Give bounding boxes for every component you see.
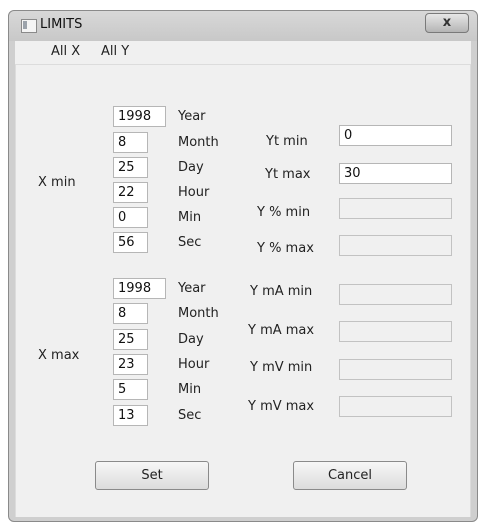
yt-max-field[interactable]: 30: [339, 163, 452, 184]
y-pct-max-label: Y % max: [257, 241, 314, 256]
x-min-hour-field[interactable]: 22: [113, 182, 148, 203]
x-max-day-field[interactable]: 25: [113, 329, 148, 350]
close-button[interactable]: x: [425, 13, 469, 33]
x-max-label: X max: [38, 348, 80, 363]
cancel-button[interactable]: Cancel: [293, 461, 407, 490]
x-max-year-field[interactable]: 1998: [113, 278, 166, 299]
y-ma-max-label: Y mA max: [248, 323, 315, 338]
yt-min-field[interactable]: 0: [339, 125, 452, 146]
x-min-hour-label: Hour: [178, 185, 210, 200]
y-pct-min-field[interactable]: [339, 198, 452, 219]
x-min-min-label: Min: [178, 210, 202, 225]
y-mv-min-label: Y mV min: [250, 360, 313, 375]
x-max-sec-field[interactable]: 13: [113, 405, 148, 426]
x-min-year-field[interactable]: 1998: [113, 106, 166, 127]
x-max-month-label: Month: [178, 306, 219, 321]
x-min-month-label: Month: [178, 135, 219, 150]
x-max-sec-label: Sec: [178, 408, 202, 423]
title-bar[interactable]: LIMITS x: [9, 11, 477, 41]
x-min-min-field[interactable]: 0: [113, 207, 148, 228]
y-mv-max-field[interactable]: [339, 396, 452, 417]
y-ma-min-label: Y mA min: [250, 284, 313, 299]
x-min-month-field[interactable]: 8: [113, 132, 148, 153]
x-max-hour-label: Hour: [178, 357, 210, 372]
x-min-label: X min: [38, 175, 76, 190]
y-ma-min-field[interactable]: [339, 284, 452, 305]
y-pct-min-label: Y % min: [257, 205, 311, 220]
x-min-sec-field[interactable]: 56: [113, 232, 148, 253]
x-max-day-label: Day: [178, 332, 204, 347]
x-min-day-field[interactable]: 25: [113, 157, 148, 178]
x-max-year-label: Year: [178, 281, 206, 296]
y-pct-max-field[interactable]: [339, 235, 452, 256]
x-max-month-field[interactable]: 8: [113, 303, 148, 324]
window-icon: [21, 19, 37, 33]
limits-dialog: LIMITS x All X All Y X min 1998 Year 8 M…: [8, 10, 478, 522]
y-mv-max-label: Y mV max: [248, 399, 315, 414]
x-max-min-field[interactable]: 5: [113, 379, 148, 400]
set-button[interactable]: Set: [95, 461, 209, 490]
window-title: LIMITS: [40, 17, 83, 32]
yt-max-label: Yt max: [265, 167, 311, 182]
x-max-hour-field[interactable]: 23: [113, 354, 148, 375]
menu-all-y[interactable]: All Y: [101, 44, 129, 59]
limits-panel: X min 1998 Year 8 Month 25 Day 22 Hour 0…: [15, 65, 471, 517]
yt-min-label: Yt min: [266, 134, 308, 149]
y-ma-max-field[interactable]: [339, 321, 452, 342]
y-mv-min-field[interactable]: [339, 359, 452, 380]
close-icon: x: [442, 15, 452, 30]
x-min-year-label: Year: [178, 109, 206, 124]
menu-all-x[interactable]: All X: [51, 44, 80, 59]
x-min-sec-label: Sec: [178, 235, 202, 250]
x-max-min-label: Min: [178, 382, 202, 397]
menu-bar: All X All Y: [15, 41, 471, 65]
x-min-day-label: Day: [178, 160, 204, 175]
